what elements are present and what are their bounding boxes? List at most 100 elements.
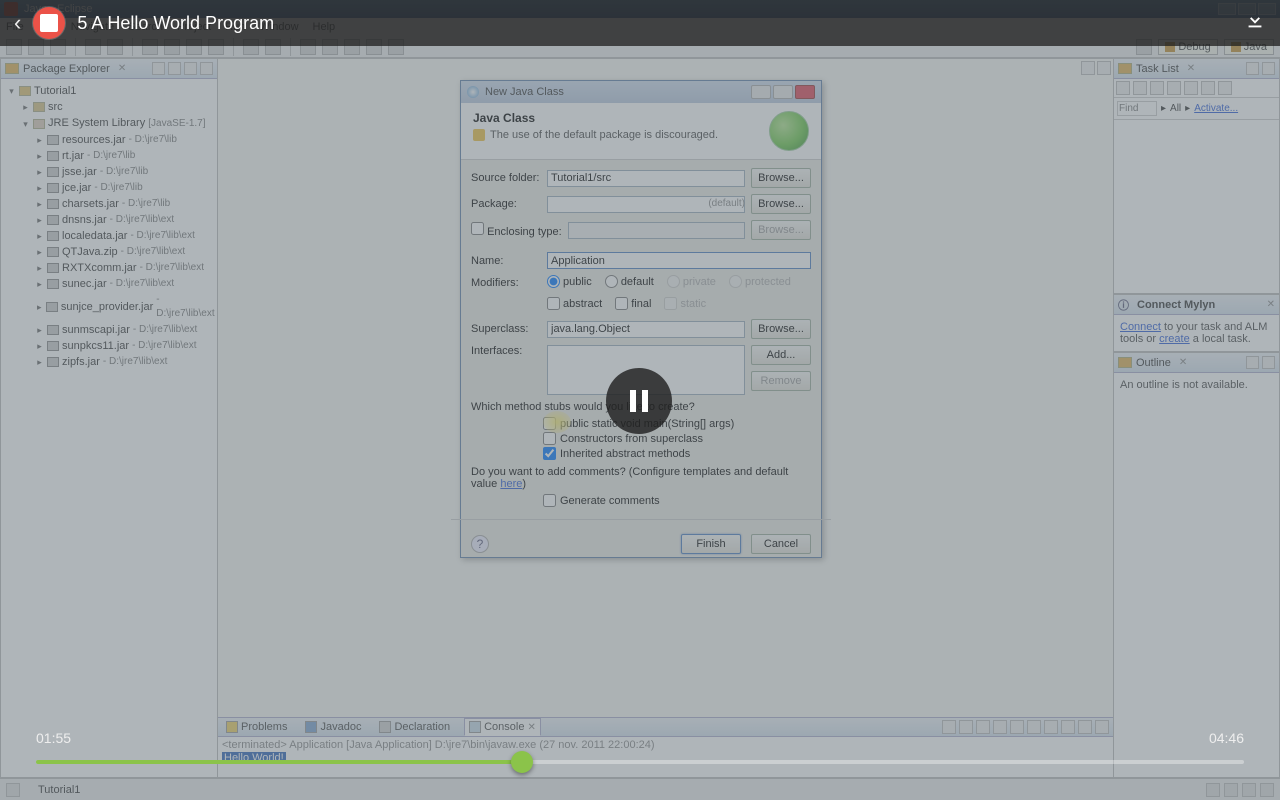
status-bar: Tutorial1 bbox=[0, 778, 1280, 800]
tree-jar[interactable]: ▸charsets.jar - D:\jre7\lib bbox=[7, 196, 217, 212]
stub-main[interactable]: public static void main(String[] args) bbox=[543, 417, 811, 430]
package-default-hint: (default) bbox=[708, 198, 745, 209]
browse-superclass-button[interactable]: Browse... bbox=[751, 319, 811, 339]
close-view-icon[interactable]: ✕ bbox=[1179, 357, 1187, 368]
new-java-class-dialog: New Java Class Java Class The use of the… bbox=[460, 80, 822, 558]
lbl-interfaces: Interfaces: bbox=[471, 345, 541, 357]
tree-jar[interactable]: ▸rt.jar - D:\jre7\lib bbox=[7, 148, 217, 164]
video-bottom-bar: 01:55 04:46 bbox=[0, 730, 1280, 774]
mod-abstract[interactable]: abstract bbox=[547, 297, 602, 310]
tree-jre[interactable]: JRE System Library [JavaSE-1.7] bbox=[48, 116, 206, 131]
tree-jar[interactable]: ▸sunpkcs11.jar - D:\jre7\lib\ext bbox=[7, 338, 217, 354]
mod-default[interactable]: default bbox=[605, 275, 654, 288]
project-tree[interactable]: ▾Tutorial1 ▸src ▾JRE System Library [Jav… bbox=[1, 79, 217, 374]
lbl-name: Name: bbox=[471, 255, 541, 267]
tree-jar[interactable]: ▸QTJava.zip - D:\jre7\lib\ext bbox=[7, 244, 217, 260]
chk-generate-comments[interactable]: Generate comments bbox=[543, 494, 811, 507]
close-view-icon[interactable]: ✕ bbox=[1267, 299, 1275, 310]
tree-jar[interactable]: ▸resources.jar - D:\jre7\lib bbox=[7, 132, 217, 148]
view-tool[interactable] bbox=[1246, 356, 1259, 369]
task-tool[interactable] bbox=[1116, 81, 1130, 95]
name-input[interactable] bbox=[547, 252, 811, 269]
dialog-minimize-icon[interactable] bbox=[751, 85, 771, 99]
help-icon[interactable]: ? bbox=[471, 535, 489, 553]
mylyn-connect-link[interactable]: Connect bbox=[1120, 321, 1161, 333]
task-tool[interactable] bbox=[1150, 81, 1164, 95]
dialog-title: New Java Class bbox=[485, 86, 564, 98]
close-view-icon[interactable]: ✕ bbox=[1187, 63, 1195, 74]
tree-jar[interactable]: ▸zipfs.jar - D:\jre7\lib\ext bbox=[7, 354, 217, 370]
lbl-package: Package: bbox=[471, 198, 541, 210]
status-icon[interactable] bbox=[1242, 783, 1256, 797]
tree-jar[interactable]: ▸sunmscapi.jar - D:\jre7\lib\ext bbox=[7, 322, 217, 338]
stub-inherited[interactable]: Inherited abstract methods bbox=[543, 447, 811, 460]
download-icon[interactable] bbox=[1244, 9, 1266, 37]
tree-jar[interactable]: ▸jsse.jar - D:\jre7\lib bbox=[7, 164, 217, 180]
task-tool[interactable] bbox=[1133, 81, 1147, 95]
package-explorer-icon bbox=[5, 63, 19, 74]
task-find-input[interactable] bbox=[1117, 101, 1157, 116]
view-tool[interactable] bbox=[168, 62, 181, 75]
tree-jar[interactable]: ▸jce.jar - D:\jre7\lib bbox=[7, 180, 217, 196]
back-icon[interactable]: ‹ bbox=[14, 10, 21, 36]
tree-jar[interactable]: ▸dnsns.jar - D:\jre7\lib\ext bbox=[7, 212, 217, 228]
lbl-superclass: Superclass: bbox=[471, 323, 541, 335]
task-filter-all[interactable]: All bbox=[1170, 103, 1181, 114]
browse-enclosing-button: Browse... bbox=[751, 220, 811, 240]
enclosing-type-check[interactable]: Enclosing type: bbox=[471, 226, 562, 238]
mylyn-create-link[interactable]: create bbox=[1159, 333, 1190, 345]
mylyn-body: Connect to your task and ALM tools or cr… bbox=[1114, 315, 1279, 351]
minimize-view-icon[interactable] bbox=[1081, 61, 1095, 75]
tree-jar[interactable]: ▸localedata.jar - D:\jre7\lib\ext bbox=[7, 228, 217, 244]
view-tool[interactable] bbox=[200, 62, 213, 75]
add-interface-button[interactable]: Add... bbox=[751, 345, 811, 365]
tree-jar[interactable]: ▸RXTXcomm.jar - D:\jre7\lib\ext bbox=[7, 260, 217, 276]
lbl-source-folder: Source folder: bbox=[471, 172, 541, 184]
task-tool[interactable] bbox=[1218, 81, 1232, 95]
view-tool[interactable] bbox=[1262, 62, 1275, 75]
status-icon[interactable] bbox=[1260, 783, 1274, 797]
task-tool[interactable] bbox=[1201, 81, 1215, 95]
package-explorer-title: Package Explorer bbox=[23, 63, 110, 75]
mod-static: static bbox=[664, 297, 706, 310]
udemy-logo[interactable] bbox=[33, 7, 65, 39]
video-scrubber[interactable] bbox=[36, 760, 1244, 764]
browse-source-button[interactable]: Browse... bbox=[751, 168, 811, 188]
tree-jar[interactable]: ▸sunec.jar - D:\jre7\lib\ext bbox=[7, 276, 217, 292]
status-icon[interactable] bbox=[1206, 783, 1220, 797]
browse-package-button[interactable]: Browse... bbox=[751, 194, 811, 214]
tree-src[interactable]: src bbox=[48, 100, 63, 114]
maximize-view-icon[interactable] bbox=[1097, 61, 1111, 75]
dialog-titlebar[interactable]: New Java Class bbox=[461, 81, 821, 103]
play-pause-button[interactable] bbox=[606, 368, 672, 434]
outline-body: An outline is not available. bbox=[1114, 373, 1279, 397]
mod-final[interactable]: final bbox=[615, 297, 651, 310]
view-tool[interactable] bbox=[152, 62, 165, 75]
comments-question: Do you want to add comments? (Configure … bbox=[471, 466, 811, 490]
cancel-button[interactable]: Cancel bbox=[751, 534, 811, 554]
package-explorer-view: Package Explorer ✕ ▾Tutorial1 ▸src ▾JRE … bbox=[0, 58, 218, 778]
view-tool[interactable] bbox=[1246, 62, 1259, 75]
dialog-heading: Java Class bbox=[473, 111, 769, 125]
close-view-icon[interactable]: ✕ bbox=[118, 63, 126, 74]
task-activate-link[interactable]: Activate... bbox=[1194, 103, 1238, 114]
status-tool[interactable] bbox=[6, 783, 20, 797]
warning-icon bbox=[473, 129, 485, 141]
video-scrubber-thumb[interactable] bbox=[511, 751, 533, 773]
status-icon[interactable] bbox=[1224, 783, 1238, 797]
superclass-input[interactable] bbox=[547, 321, 745, 338]
task-tool[interactable] bbox=[1167, 81, 1181, 95]
mod-public[interactable]: public bbox=[547, 275, 592, 288]
stub-ctor[interactable]: Constructors from superclass bbox=[543, 432, 811, 445]
view-tool[interactable] bbox=[1262, 356, 1275, 369]
tree-jar[interactable]: ▸sunjce_provider.jar - D:\jre7\lib\ext bbox=[7, 292, 217, 322]
dialog-close-icon[interactable] bbox=[795, 85, 815, 99]
source-folder-input[interactable] bbox=[547, 170, 745, 187]
dialog-maximize-icon[interactable] bbox=[773, 85, 793, 99]
configure-templates-link[interactable]: here bbox=[500, 478, 522, 490]
task-tool[interactable] bbox=[1184, 81, 1198, 95]
tree-project[interactable]: Tutorial1 bbox=[34, 84, 76, 98]
finish-button[interactable]: Finish bbox=[681, 534, 741, 554]
info-icon: ⓘ bbox=[1118, 297, 1129, 313]
view-tool[interactable] bbox=[184, 62, 197, 75]
